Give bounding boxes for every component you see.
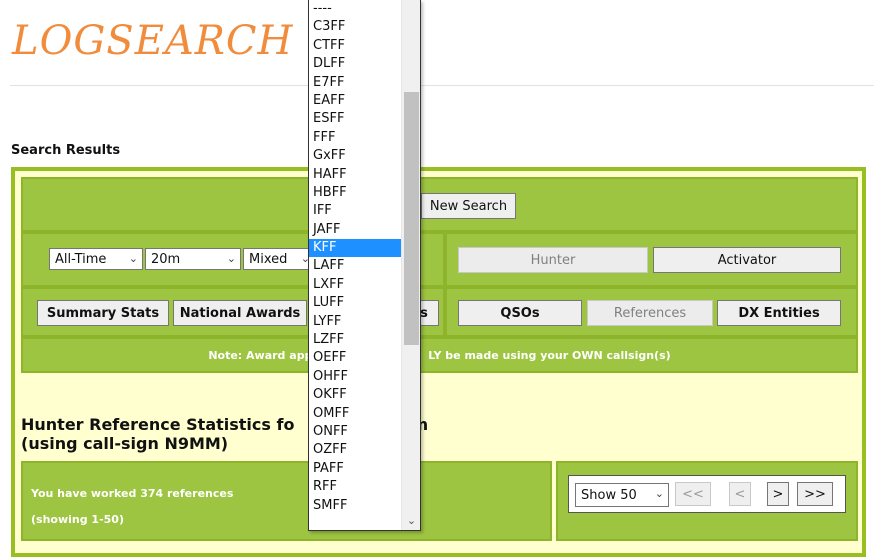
dropdown-option[interactable]: OHFF [309, 368, 401, 386]
dropdown-option[interactable]: LYFF [309, 313, 401, 331]
dropdown-option[interactable]: DLFF [309, 55, 401, 73]
dropdown-options: ---- C3FF CTFF DLFF E7FF EAFF ESFF FFF GxFF HAFF H… [309, 0, 401, 515]
results-container: New Search All-Time ⌄ 20m ⌄ Mixed ⌄ Hunt… [11, 167, 866, 557]
dropdown-option[interactable]: OEFF [309, 349, 401, 367]
dropdown-option[interactable]: GxFF [309, 147, 401, 165]
period-value: All-Time [55, 251, 107, 267]
dropdown-option[interactable]: IFF [309, 202, 401, 220]
activator-button[interactable]: Activator [653, 247, 841, 273]
national-awards-button[interactable]: National Awards [173, 300, 307, 326]
dropdown-option[interactable]: CTFF [309, 37, 401, 55]
scrollbar-thumb[interactable] [404, 92, 419, 345]
dropdown-option[interactable]: LAFF [309, 257, 401, 275]
references-button[interactable]: References [587, 300, 713, 326]
scroll-down-icon[interactable]: ⌄ [402, 514, 421, 528]
references-worked-text: You have worked 374 references [31, 487, 234, 500]
chevron-down-icon: ⌄ [128, 252, 138, 265]
dropdown-option[interactable]: HBFF [309, 184, 401, 202]
chevron-down-icon: ⌄ [654, 487, 664, 500]
page-size-select[interactable]: Show 50 ⌄ [575, 483, 669, 507]
hunter-button[interactable]: Hunter [458, 247, 648, 273]
award-program-dropdown[interactable]: ---- C3FF CTFF DLFF E7FF EAFF ESFF FFF GxFF HAFF H… [308, 0, 421, 531]
mode-select[interactable]: Mixed ⌄ [243, 248, 315, 270]
award-note-right: LY be made using your OWN callsign(s) [428, 348, 671, 362]
dropdown-option[interactable]: PAFF [309, 460, 401, 478]
chevron-down-icon: ⌄ [226, 252, 236, 265]
dropdown-option[interactable]: LXFF [309, 276, 401, 294]
dropdown-scrollbar[interactable]: ⌄ [401, 0, 420, 530]
dropdown-option[interactable]: OMFF [309, 405, 401, 423]
paging-panel: Show 50 ⌄ << < > >> [556, 461, 858, 541]
band-value: 20m [151, 251, 181, 267]
dropdown-option[interactable]: HAFF [309, 166, 401, 184]
award-note-left: Note: Award appl [208, 348, 317, 362]
dropdown-option[interactable]: SMFF [309, 497, 401, 515]
dropdown-option[interactable]: FFF [309, 129, 401, 147]
new-search-button[interactable]: New Search [421, 193, 516, 219]
reference-count-panel: You have worked 374 references (showing … [21, 461, 552, 541]
list-buttons-panel: QSOs References DX Entities [445, 287, 858, 337]
dropdown-option[interactable]: LUFF [309, 294, 401, 312]
dropdown-option[interactable]: ONFF [309, 423, 401, 441]
award-note: Note: Award appl LY be made using your O… [23, 339, 856, 371]
award-note-panel: Note: Award appl LY be made using your O… [21, 337, 858, 373]
last-page-button[interactable]: >> [797, 482, 833, 506]
site-logo: LOGSEARCH [12, 18, 294, 64]
first-page-button[interactable]: << [675, 482, 711, 506]
dropdown-option[interactable]: ESFF [309, 110, 401, 128]
band-select[interactable]: 20m ⌄ [145, 248, 241, 270]
mode-value: Mixed [249, 251, 288, 267]
dropdown-option[interactable]: EAFF [309, 92, 401, 110]
dropdown-option[interactable]: OZFF [309, 441, 401, 459]
dropdown-option[interactable]: E7FF [309, 74, 401, 92]
page-size-value: Show 50 [581, 487, 637, 503]
qsos-button[interactable]: QSOs [458, 300, 582, 326]
search-results-heading: Search Results [11, 143, 121, 158]
dropdown-option[interactable]: ---- [309, 0, 401, 18]
stats-title-line1-left: Hunter Reference Statistics fo [21, 415, 295, 434]
dropdown-option[interactable]: RFF [309, 478, 401, 496]
prev-page-button[interactable]: < [729, 482, 751, 506]
showing-range-text: (showing 1-50) [31, 513, 124, 526]
dropdown-option[interactable]: KFF [309, 239, 401, 258]
dropdown-option[interactable]: LZFF [309, 331, 401, 349]
period-select[interactable]: All-Time ⌄ [49, 248, 143, 270]
dx-entities-button[interactable]: DX Entities [717, 300, 841, 326]
header-divider [10, 85, 874, 86]
dropdown-option[interactable]: JAFF [309, 221, 401, 239]
summary-stats-button[interactable]: Summary Stats [37, 300, 169, 326]
role-panel: Hunter Activator [445, 232, 858, 287]
next-page-button[interactable]: > [767, 482, 789, 506]
new-search-panel: New Search [21, 177, 858, 232]
paging-controls: Show 50 ⌄ << < > >> [568, 475, 846, 513]
dropdown-option[interactable]: OKFF [309, 386, 401, 404]
dropdown-option[interactable]: C3FF [309, 18, 401, 36]
